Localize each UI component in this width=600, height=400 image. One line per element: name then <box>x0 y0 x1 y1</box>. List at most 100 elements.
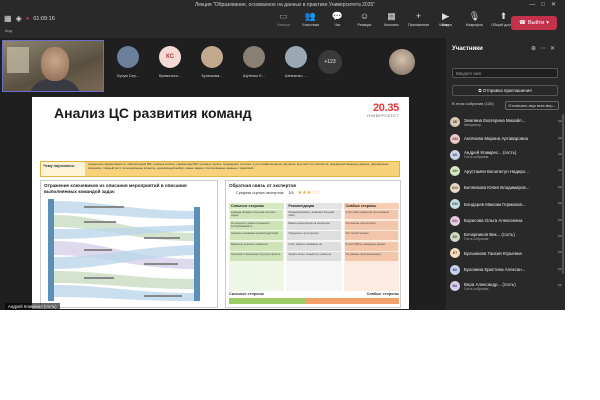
participant-info: Андрей Климрес... (гость) Гость собрания <box>464 150 555 159</box>
participant-row[interactable]: АК Андрей Климрес... (гость) Гость собра… <box>450 147 562 163</box>
university-logo: 20.35 УНИВЕРСИТЕТ <box>367 102 400 118</box>
participant-tile-name: Шевченко ... <box>285 74 307 78</box>
participant-role: Гость собрания <box>464 286 489 291</box>
toolbar-button-participants[interactable]: 👥 Участники <box>297 11 324 27</box>
rating-value: 3/5 <box>288 191 294 195</box>
participant-info: Булынкова Таисия Юрьевна <box>464 251 555 256</box>
toolbar-button-rooms[interactable]: ▦ Комнаты <box>378 11 405 27</box>
participant-name: Беляевова Юлия Владимиров... <box>464 185 530 191</box>
participant-info: Землина Екатерина Михайл... Инициатор <box>464 118 555 127</box>
feedback-card: Хорошее понимание целевой аудитории <box>230 231 284 240</box>
participant-row[interactable]: ЗЕ Землина Екатерина Михайл... Инициатор… <box>450 114 562 130</box>
participant-row[interactable]: ВА Вера Александр... (гость) Гость собра… <box>450 278 562 294</box>
toolbar-buttons: ▭ Камера 👥 Участники 💬 Чат ☺ Реакции ▦ Комнаты + Пр… <box>270 11 459 27</box>
feedback-column-weak: Слабые стороны Отсутствие конкретики при … <box>343 203 399 291</box>
participant-avatar-photo[interactable] <box>389 49 415 75</box>
toolbar-button-video[interactable]: ▭ Камера <box>270 11 297 27</box>
minimize-icon[interactable]: — <box>529 2 541 8</box>
participant-role: Инициатор <box>464 122 482 127</box>
participant-row[interactable]: БК Бочарников Вик... (гость) Гость собра… <box>450 229 562 245</box>
add-people-icon[interactable]: ⊕ <box>531 46 540 52</box>
avatar: КС <box>159 46 181 68</box>
window-title: Лекция "Образование, основанное на данны… <box>194 2 376 8</box>
rooms-icon: ▦ <box>387 11 396 21</box>
shield-icon: ◈ <box>15 14 22 23</box>
toolbar-button-apps[interactable]: + Приложения <box>405 11 432 27</box>
send-invite-label: Отправка приглашения <box>482 88 532 93</box>
mute-all-button[interactable]: Отключить звук всех мер... <box>505 101 559 110</box>
self-video-tile[interactable] <box>2 40 104 92</box>
expert-feedback-panel: Обратная связь от экспертов Средняя оцен… <box>225 180 401 308</box>
learnings-text: повышение эффективности, лабораторная ВМ… <box>85 162 399 176</box>
panel-scrollbar[interactable] <box>562 114 564 274</box>
leave-button[interactable]: ☎ Выйти ▾ <box>511 16 557 30</box>
grid-layout-icon[interactable]: ▦ <box>4 14 12 23</box>
feedback-column-strong: Сильные стороны Команда обладает большим … <box>229 203 285 291</box>
participant-role: Гость собрания <box>464 237 489 242</box>
participant-info: Борисова Ольга Алексеевна <box>464 218 555 223</box>
feedback-column-rec: Рекомендации Проанализировать, возможно б… <box>286 203 342 291</box>
chevron-down-icon[interactable]: ▾ <box>546 20 549 26</box>
background-poster <box>7 47 29 73</box>
close-icon[interactable]: ✕ <box>551 2 562 8</box>
participant-row[interactable]: БК Бухонина Кристина Алексан... ✂ <box>450 262 562 278</box>
toolbar-right-buttons: ▶ Камера 🎙 Микрофон ⬆ Общий доступ <box>432 11 517 27</box>
maximize-icon[interactable]: □ <box>541 2 551 8</box>
avatar: БТ <box>450 248 460 259</box>
participant-info: Аксёнова Марина Артаваровна <box>464 136 555 141</box>
more-participants-button[interactable]: +123 <box>318 50 342 74</box>
participant-role: Гость собрания <box>464 155 489 160</box>
toolbar-button-reactions[interactable]: ☺ Реакции <box>351 11 378 27</box>
shared-screen-stage: Анализ ЦС развития команд 20.35 УНИВЕРСИ… <box>0 95 440 310</box>
layout-label: Код <box>5 28 12 33</box>
toolbar-button-mic[interactable]: 🎙 Микрофон <box>461 11 488 27</box>
avatar: АН <box>450 166 460 177</box>
participant-info: Арустамян Бесилетун Надиро... <box>464 169 555 174</box>
feedback-column-body: Отсутствие конкретики при описании Не пон… <box>343 209 399 291</box>
strength-weakness-bar <box>229 298 399 304</box>
speaker-head <box>41 47 69 81</box>
foot-strong-label: Сильные стороны <box>229 292 264 296</box>
close-panel-icon[interactable]: ✕ <box>550 46 559 52</box>
rating-label: Средняя оценка экспертов: <box>236 191 285 195</box>
phone-icon: ☎ <box>519 20 526 26</box>
panel-actions[interactable]: ⊕⋯✕ <box>531 45 559 52</box>
window-controls[interactable]: —□✕ <box>529 1 562 8</box>
more-options-icon[interactable]: ⋯ <box>540 46 550 52</box>
avatar: ЗЕ <box>450 117 460 128</box>
participants-icon: 👥 <box>304 11 317 21</box>
participant-row[interactable]: БЮ Беляевова Юлия Владимиров... ✂ <box>450 180 562 196</box>
participant-row[interactable]: БТ Булынкова Таисия Юрьевна ✂ <box>450 245 562 261</box>
participant-row[interactable]: АМ Аксёнова Марина Артаваровна ✂ <box>450 130 562 146</box>
in-meeting-section[interactable]: В этом собрании (130) <box>452 101 502 106</box>
avatar: БК <box>450 264 460 275</box>
participant-row[interactable]: БМ Бондарев Максим Германов... ✂ <box>450 196 562 212</box>
participant-tile[interactable]: Кулешова... <box>196 46 228 78</box>
send-invite-button[interactable]: ⧉ Отправка приглашения <box>452 85 558 96</box>
avatar: БО <box>450 215 460 226</box>
participant-tile[interactable]: КС Кривоносо... <box>154 46 186 78</box>
participant-row[interactable]: АН Арустамян Бесилетун Надиро... ✂ <box>450 163 562 179</box>
mic-muted-icon: ✂ <box>557 283 562 290</box>
participant-name: Булынкова Таисия Юрьевна <box>464 250 522 256</box>
chat-icon: 💬 <box>331 11 344 21</box>
participant-tile[interactable]: Кучум Сер... <box>112 46 144 78</box>
toolbar-button-label: Участники <box>301 23 320 27</box>
avatar <box>243 46 265 68</box>
toolbar-button-label: Комнаты <box>384 23 399 27</box>
participant-tile[interactable]: Шутенко Е... <box>238 46 270 78</box>
toolbar-button-chat[interactable]: 💬 Чат <box>324 11 351 27</box>
participant-info: Вера Александр... (гость) Гость собрания <box>464 282 555 291</box>
participant-tile[interactable]: Шевченко ... <box>280 46 312 78</box>
participant-tile-name: Кулешова... <box>201 74 223 78</box>
feedback-card: Нет четкой позиции <box>344 231 398 240</box>
participant-search-input[interactable]: Введите имя <box>452 68 558 78</box>
toolbar-button-camera[interactable]: ▶ Камера <box>432 11 459 27</box>
leave-label: Выйти <box>527 20 545 26</box>
feedback-card: Определить цели проекта <box>287 231 341 240</box>
expert-rating: Средняя оценка экспертов: 3/5 ★★★☆☆ <box>226 190 400 198</box>
participants-panel-title: Участники <box>452 46 483 52</box>
participant-info: Бочарников Вик... (гость) Гость собрания <box>464 232 555 241</box>
participant-row[interactable]: БО Борисова Ольга Алексеевна ✂ <box>450 212 562 228</box>
feedback-card: Маркетинг, высокие показатели <box>230 241 284 251</box>
